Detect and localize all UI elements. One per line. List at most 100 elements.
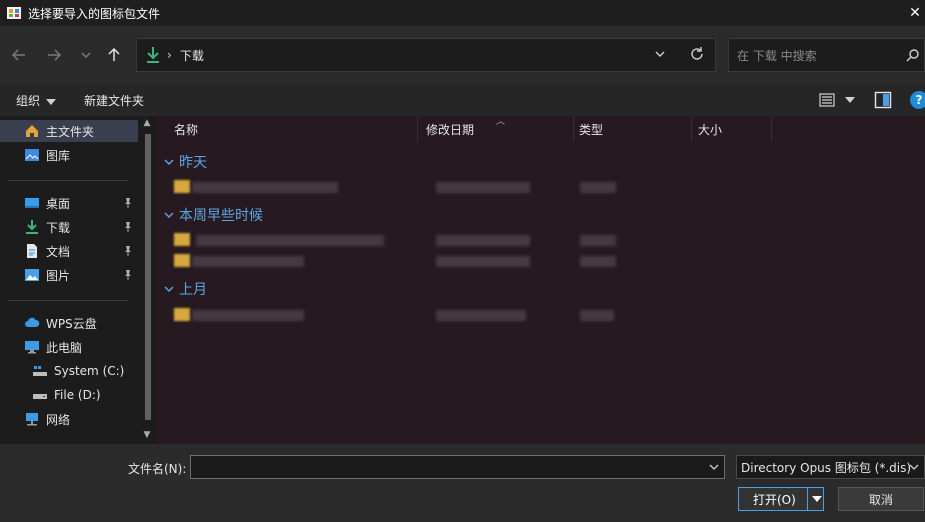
obscured-text — [436, 310, 526, 321]
group-header-earlier-this-week[interactable]: 本周早些时候 — [164, 205, 263, 225]
sidebar-item-label: 图片 — [46, 268, 71, 283]
sidebar-item-downloads[interactable]: 下载 — [0, 216, 138, 238]
list-item[interactable] — [174, 306, 914, 324]
list-item[interactable] — [174, 178, 914, 196]
obscured-text — [192, 182, 338, 193]
arrow-up-icon — [108, 47, 120, 61]
preview-pane-icon[interactable] — [874, 91, 892, 109]
sidebar-item-label: File (D:) — [54, 388, 101, 402]
column-label: 大小 — [698, 122, 723, 137]
drive-c-icon — [33, 366, 47, 376]
back-button[interactable] — [8, 44, 30, 66]
address-bar[interactable]: › 下载 — [136, 38, 716, 72]
close-icon[interactable]: ✕ — [907, 4, 923, 22]
sidebar-item-file-d[interactable]: File (D:) — [0, 384, 138, 406]
obscured-text — [580, 182, 616, 193]
folder-icon — [174, 180, 190, 193]
breadcrumb-downloads[interactable]: 下载 — [180, 47, 204, 64]
computer-icon — [25, 341, 39, 354]
file-type-value: Directory Opus 图标包 (*.dis) — [741, 460, 912, 475]
caret-down-icon — [46, 98, 57, 105]
sidebar-item-label: WPS云盘 — [46, 316, 97, 331]
arrow-right-icon — [48, 49, 62, 61]
group-label: 本周早些时候 — [179, 208, 263, 224]
obscured-text — [192, 310, 304, 321]
recent-locations-button[interactable] — [75, 44, 97, 66]
group-label: 上月 — [179, 282, 207, 298]
chevron-down-icon — [164, 159, 174, 165]
chevron-down-icon[interactable] — [653, 47, 667, 61]
open-options-caret-icon[interactable] — [812, 496, 822, 502]
navigation-bar: › 下载 在 下载 中搜索 — [0, 26, 925, 84]
drive-d-icon — [33, 394, 47, 399]
pictures-icon — [25, 269, 39, 281]
obscured-text — [436, 182, 530, 193]
breadcrumb-separator-icon[interactable]: › — [167, 48, 172, 62]
scrollbar-thumb[interactable] — [145, 134, 151, 420]
refresh-icon[interactable] — [689, 46, 705, 62]
sidebar-item-documents[interactable]: 文档 — [0, 240, 138, 262]
view-options-caret-icon[interactable] — [845, 97, 855, 103]
command-toolbar: 组织 新建文件夹 ? — [0, 84, 925, 116]
help-icon[interactable]: ? — [910, 91, 925, 109]
column-header-size[interactable]: 大小 — [692, 116, 772, 142]
chevron-down-icon — [909, 464, 919, 470]
column-header-name[interactable]: 名称 — [156, 116, 418, 142]
search-input[interactable]: 在 下载 中搜索 — [728, 38, 925, 72]
sidebar-item-home[interactable]: 主文件夹 — [0, 120, 138, 142]
sidebar-item-gallery[interactable]: 图库 — [0, 144, 138, 166]
list-item[interactable] — [174, 231, 914, 249]
chevron-down-icon[interactable] — [708, 461, 720, 473]
pin-icon[interactable] — [122, 197, 134, 209]
sidebar-item-system-c[interactable]: System (C:) — [0, 360, 138, 382]
sidebar-item-label: 网络 — [46, 412, 71, 427]
column-header-type[interactable]: 类型 — [574, 116, 692, 142]
sidebar-item-label: 图库 — [46, 148, 71, 163]
group-header-yesterday[interactable]: 昨天 — [164, 152, 207, 172]
filename-label: 文件名(N): — [128, 462, 187, 476]
sidebar-item-pictures[interactable]: 图片 — [0, 264, 138, 286]
column-header-row: 名称 修改日期 类型 大小 ︿ — [156, 116, 925, 142]
title-bar: 选择要导入的图标包文件 ✕ — [0, 0, 925, 26]
view-list-icon[interactable] — [818, 91, 836, 109]
obscured-text — [196, 235, 384, 246]
chevron-down-icon — [81, 52, 91, 59]
obscured-text — [192, 256, 304, 267]
file-type-select[interactable]: Directory Opus 图标包 (*.dis) — [736, 455, 925, 479]
open-button[interactable]: 打开(O) — [738, 487, 824, 511]
chevron-down-icon — [164, 212, 174, 218]
obscured-text — [580, 256, 616, 267]
sidebar-item-desktop[interactable]: 桌面 — [0, 192, 138, 214]
sidebar-item-label: 主文件夹 — [46, 124, 95, 139]
forward-button[interactable] — [43, 44, 65, 66]
up-button[interactable] — [103, 44, 125, 66]
group-label: 昨天 — [179, 155, 207, 171]
sidebar-item-label: 此电脑 — [46, 340, 83, 355]
window-title: 选择要导入的图标包文件 — [28, 6, 161, 21]
scroll-up-icon[interactable]: ▲ — [142, 118, 152, 128]
cancel-button[interactable]: 取消 — [838, 487, 924, 511]
sidebar-item-wps-cloud[interactable]: WPS云盘 — [0, 312, 138, 334]
organize-button[interactable]: 组织 — [16, 92, 57, 109]
group-header-last-month[interactable]: 上月 — [164, 279, 207, 299]
column-label: 类型 — [579, 122, 604, 137]
filename-input[interactable] — [190, 455, 725, 479]
home-icon — [26, 125, 38, 137]
sidebar-divider — [8, 300, 128, 301]
new-folder-button[interactable]: 新建文件夹 — [84, 92, 144, 109]
sidebar-item-network[interactable]: 网络 — [0, 408, 138, 430]
sidebar-item-label: 桌面 — [46, 196, 71, 211]
pin-icon[interactable] — [122, 245, 134, 257]
open-button-label: 打开(O) — [753, 492, 796, 507]
folder-icon — [174, 308, 190, 321]
list-item[interactable] — [174, 252, 914, 270]
pin-icon[interactable] — [122, 221, 134, 233]
chevron-down-icon — [164, 286, 174, 292]
search-placeholder: 在 下载 中搜索 — [737, 48, 817, 63]
scroll-down-icon[interactable]: ▼ — [142, 430, 152, 440]
obscured-text — [580, 235, 616, 246]
sidebar-scrollbar[interactable]: ▲ ▼ — [138, 116, 156, 444]
pin-icon[interactable] — [122, 269, 134, 281]
file-list: 名称 修改日期 类型 大小 ︿ 昨天 本周早些时候 上月 — [156, 116, 925, 444]
sidebar-item-this-pc[interactable]: 此电脑 — [0, 336, 138, 358]
